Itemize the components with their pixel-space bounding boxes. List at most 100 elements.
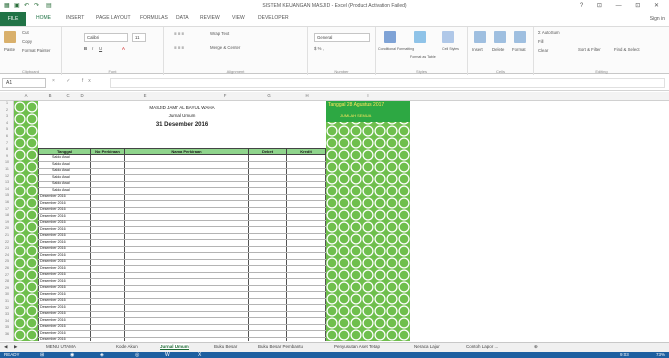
row-header[interactable]: 8: [0, 147, 14, 151]
format-table-icon[interactable]: [414, 31, 426, 43]
row-header[interactable]: 12: [0, 174, 14, 178]
date-cell[interactable]: Desember 2016: [40, 279, 88, 283]
insert-button[interactable]: Insert: [472, 47, 483, 52]
date-cell[interactable]: Desember 2016: [40, 318, 88, 322]
row-header[interactable]: 34: [0, 319, 14, 323]
row-header[interactable]: 31: [0, 299, 14, 303]
row-header[interactable]: 17: [0, 207, 14, 211]
sheet-nav-prev-icon[interactable]: ◀: [4, 344, 7, 350]
date-cell[interactable]: Saldo Awal: [52, 188, 100, 192]
delete-button[interactable]: Delete: [492, 47, 504, 52]
row-header[interactable]: 20: [0, 226, 14, 230]
row-header[interactable]: 19: [0, 220, 14, 224]
word-icon[interactable]: W: [165, 352, 170, 358]
row-header[interactable]: 7: [0, 141, 14, 145]
row-header[interactable]: 24: [0, 253, 14, 257]
bold-button[interactable]: B: [84, 46, 87, 51]
tab-insert[interactable]: INSERT: [66, 15, 84, 21]
tab-developer[interactable]: DEVELOPER: [258, 15, 289, 21]
date-cell[interactable]: Desember 2016: [40, 240, 88, 244]
copy-button[interactable]: Copy: [22, 39, 32, 44]
column-header-d[interactable]: D: [74, 93, 90, 98]
font-color-icon[interactable]: A: [122, 46, 125, 51]
sheet-tab[interactable]: Buku Besar Pembantu: [258, 344, 303, 349]
new-sheet-icon[interactable]: ⊕: [534, 344, 538, 350]
undo-icon[interactable]: ↶: [24, 2, 29, 9]
redo-icon[interactable]: ↷: [34, 2, 39, 9]
windows-start-icon[interactable]: ⊞: [40, 352, 44, 358]
tab-review[interactable]: REVIEW: [200, 15, 220, 21]
font-name-select[interactable]: Calibri: [84, 33, 128, 42]
window-controls[interactable]: ? ⊡ — ⊡ ✕: [580, 2, 665, 9]
row-header[interactable]: 22: [0, 240, 14, 244]
date-cell[interactable]: Desember 2016: [40, 259, 88, 263]
cut-button[interactable]: Cut: [22, 30, 29, 35]
align-top-icon[interactable]: ≡ ≡ ≡: [174, 31, 184, 36]
row-header[interactable]: 15: [0, 193, 14, 197]
row-header[interactable]: 6: [0, 134, 14, 138]
date-cell[interactable]: Saldo Awal: [52, 175, 100, 179]
row-header[interactable]: 9: [0, 154, 14, 158]
row-header[interactable]: 33: [0, 312, 14, 316]
paste-icon[interactable]: [4, 31, 16, 43]
date-cell[interactable]: Desember 2016: [40, 337, 88, 341]
clear-button[interactable]: Clear: [538, 48, 548, 53]
currency-icon[interactable]: $ % ,: [314, 46, 324, 51]
column-header-e[interactable]: E: [90, 93, 200, 98]
row-header[interactable]: 27: [0, 273, 14, 277]
row-header[interactable]: 36: [0, 332, 14, 336]
format-cells-icon[interactable]: [514, 31, 526, 43]
save-icon[interactable]: ▣: [14, 2, 20, 9]
sort-filter-button[interactable]: Sort & Filter: [578, 47, 601, 52]
sheet-tab[interactable]: Kode Akun: [116, 344, 138, 349]
date-cell[interactable]: Desember 2016: [40, 227, 88, 231]
conditional-formatting-button[interactable]: Conditional Formatting: [378, 47, 414, 51]
row-header[interactable]: 23: [0, 246, 14, 250]
column-header-i[interactable]: I: [326, 93, 410, 98]
row-header[interactable]: 2: [0, 108, 14, 112]
column-header-g[interactable]: G: [250, 93, 288, 98]
column-header-c[interactable]: C: [62, 93, 74, 98]
format-table-button[interactable]: Format as Table: [410, 55, 436, 59]
date-cell[interactable]: Desember 2016: [40, 292, 88, 296]
sign-in-link[interactable]: Sign in: [650, 16, 665, 22]
date-cell[interactable]: Desember 2016: [40, 285, 88, 289]
row-header[interactable]: 32: [0, 306, 14, 310]
row-header[interactable]: 35: [0, 325, 14, 329]
date-cell[interactable]: Desember 2016: [40, 311, 88, 315]
column-header-b[interactable]: B: [38, 93, 62, 98]
paste-button[interactable]: Paste: [4, 47, 15, 52]
row-header[interactable]: 25: [0, 259, 14, 263]
date-cell[interactable]: Desember 2016: [40, 214, 88, 218]
align-left-icon[interactable]: ≡ ≡ ≡: [174, 45, 184, 50]
date-cell[interactable]: Saldo Awal: [52, 155, 100, 159]
date-cell[interactable]: Desember 2016: [40, 272, 88, 276]
date-cell[interactable]: Saldo Awal: [52, 162, 100, 166]
column-header-a[interactable]: A: [14, 93, 38, 98]
sheet-tab[interactable]: Neraca Lajur: [414, 344, 440, 349]
chrome-icon[interactable]: ◎: [135, 352, 139, 358]
number-format-select[interactable]: General: [314, 33, 370, 42]
sheet-tab[interactable]: Penyusutan Aset Tetap: [334, 344, 380, 349]
sheet-tab-active[interactable]: Jurnal Umum: [160, 344, 189, 350]
row-header[interactable]: 11: [0, 167, 14, 171]
tab-file[interactable]: FILE: [0, 12, 26, 26]
date-cell[interactable]: Desember 2016: [40, 207, 88, 211]
date-cell[interactable]: Desember 2016: [40, 233, 88, 237]
underline-button[interactable]: U: [99, 46, 102, 51]
cell-styles-button[interactable]: Cell Styles: [442, 47, 459, 51]
worksheet-grid[interactable]: A B C D E F G H I 1 2 3 4 5 6 7 8 9 10 11 12 13 14 15 1…: [0, 92, 669, 341]
sheet-tab[interactable]: MENU UTAMA: [46, 344, 76, 349]
row-header[interactable]: 5: [0, 127, 14, 131]
row-header[interactable]: 30: [0, 292, 14, 296]
merge-center-button[interactable]: Merge & Center: [210, 45, 240, 50]
tab-formulas[interactable]: FORMULAS: [140, 15, 168, 21]
explorer-icon[interactable]: ◈: [100, 352, 104, 358]
tab-view[interactable]: VIEW: [232, 15, 245, 21]
quick-access-icon[interactable]: ▤: [46, 2, 52, 9]
date-cell[interactable]: Desember 2016: [40, 266, 88, 270]
format-painter-button[interactable]: Format Painter: [22, 48, 50, 53]
date-cell[interactable]: Desember 2016: [40, 298, 88, 302]
date-cell[interactable]: Desember 2016: [40, 305, 88, 309]
sheet-nav-next-icon[interactable]: ▶: [14, 344, 17, 350]
